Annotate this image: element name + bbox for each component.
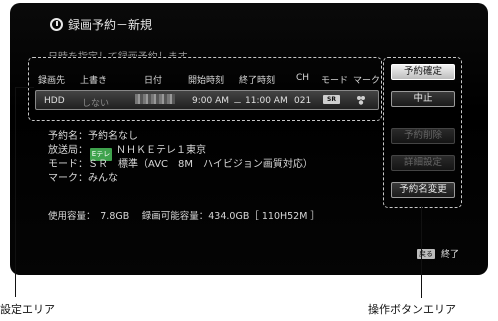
header-date: 日付	[144, 76, 163, 86]
confirm-reservation-button[interactable]: 予約確定	[391, 64, 455, 80]
header-end: 終了時刻	[239, 76, 276, 86]
info-mode: モード：ＳＲ 標準（AVC 8M ハイビジョン画質対応）	[48, 159, 313, 170]
mode-badge[interactable]: SR	[323, 95, 340, 104]
ops-area-caption: 操作ボタンエリア	[368, 303, 456, 316]
cancel-button[interactable]: 中止	[391, 91, 455, 107]
header-mark: マーク	[353, 76, 381, 86]
header-mode: モード	[321, 76, 349, 86]
row-ch[interactable]: 021	[294, 96, 311, 106]
row-end[interactable]: 11:00 AM	[245, 96, 288, 106]
info-mark: マーク：みんな	[48, 173, 118, 184]
settings-area-frame	[28, 57, 382, 121]
row-dest[interactable]: HDD	[44, 96, 65, 106]
rename-reservation-button[interactable]: 予約名変更	[391, 182, 455, 198]
settings-area-caption: 設定エリア	[0, 303, 55, 316]
header-start: 開始時刻	[188, 76, 225, 86]
disk-usage: 使用容量： 7.8GB 録画可能容量：434.0GB［ 110H52M ］	[48, 211, 320, 222]
row-overwrite[interactable]: しない	[82, 96, 109, 109]
detail-settings-button[interactable]: 詳細設定	[391, 155, 455, 171]
settings-callout-tick	[15, 87, 34, 88]
end-label: 終了	[441, 250, 460, 260]
back-key-icon: 戻る	[417, 249, 435, 259]
info-name: 予約名：予約名なし	[48, 131, 138, 142]
row-start[interactable]: 9:00 AM	[192, 96, 229, 106]
page-title: 録画予約－新規	[68, 18, 153, 32]
ops-callout-line	[421, 206, 422, 298]
row-sep: －	[233, 99, 243, 109]
mark-minna-icon[interactable]	[355, 94, 367, 106]
row-date-redacted[interactable]	[135, 94, 175, 104]
header-ch: CH	[296, 73, 310, 83]
header-overwrite: 上書き	[80, 76, 108, 86]
header-dest: 録画先	[38, 76, 66, 86]
delete-reservation-button[interactable]: 予約削除	[391, 128, 455, 144]
settings-callout-line	[15, 87, 16, 297]
clock-icon	[50, 18, 63, 31]
